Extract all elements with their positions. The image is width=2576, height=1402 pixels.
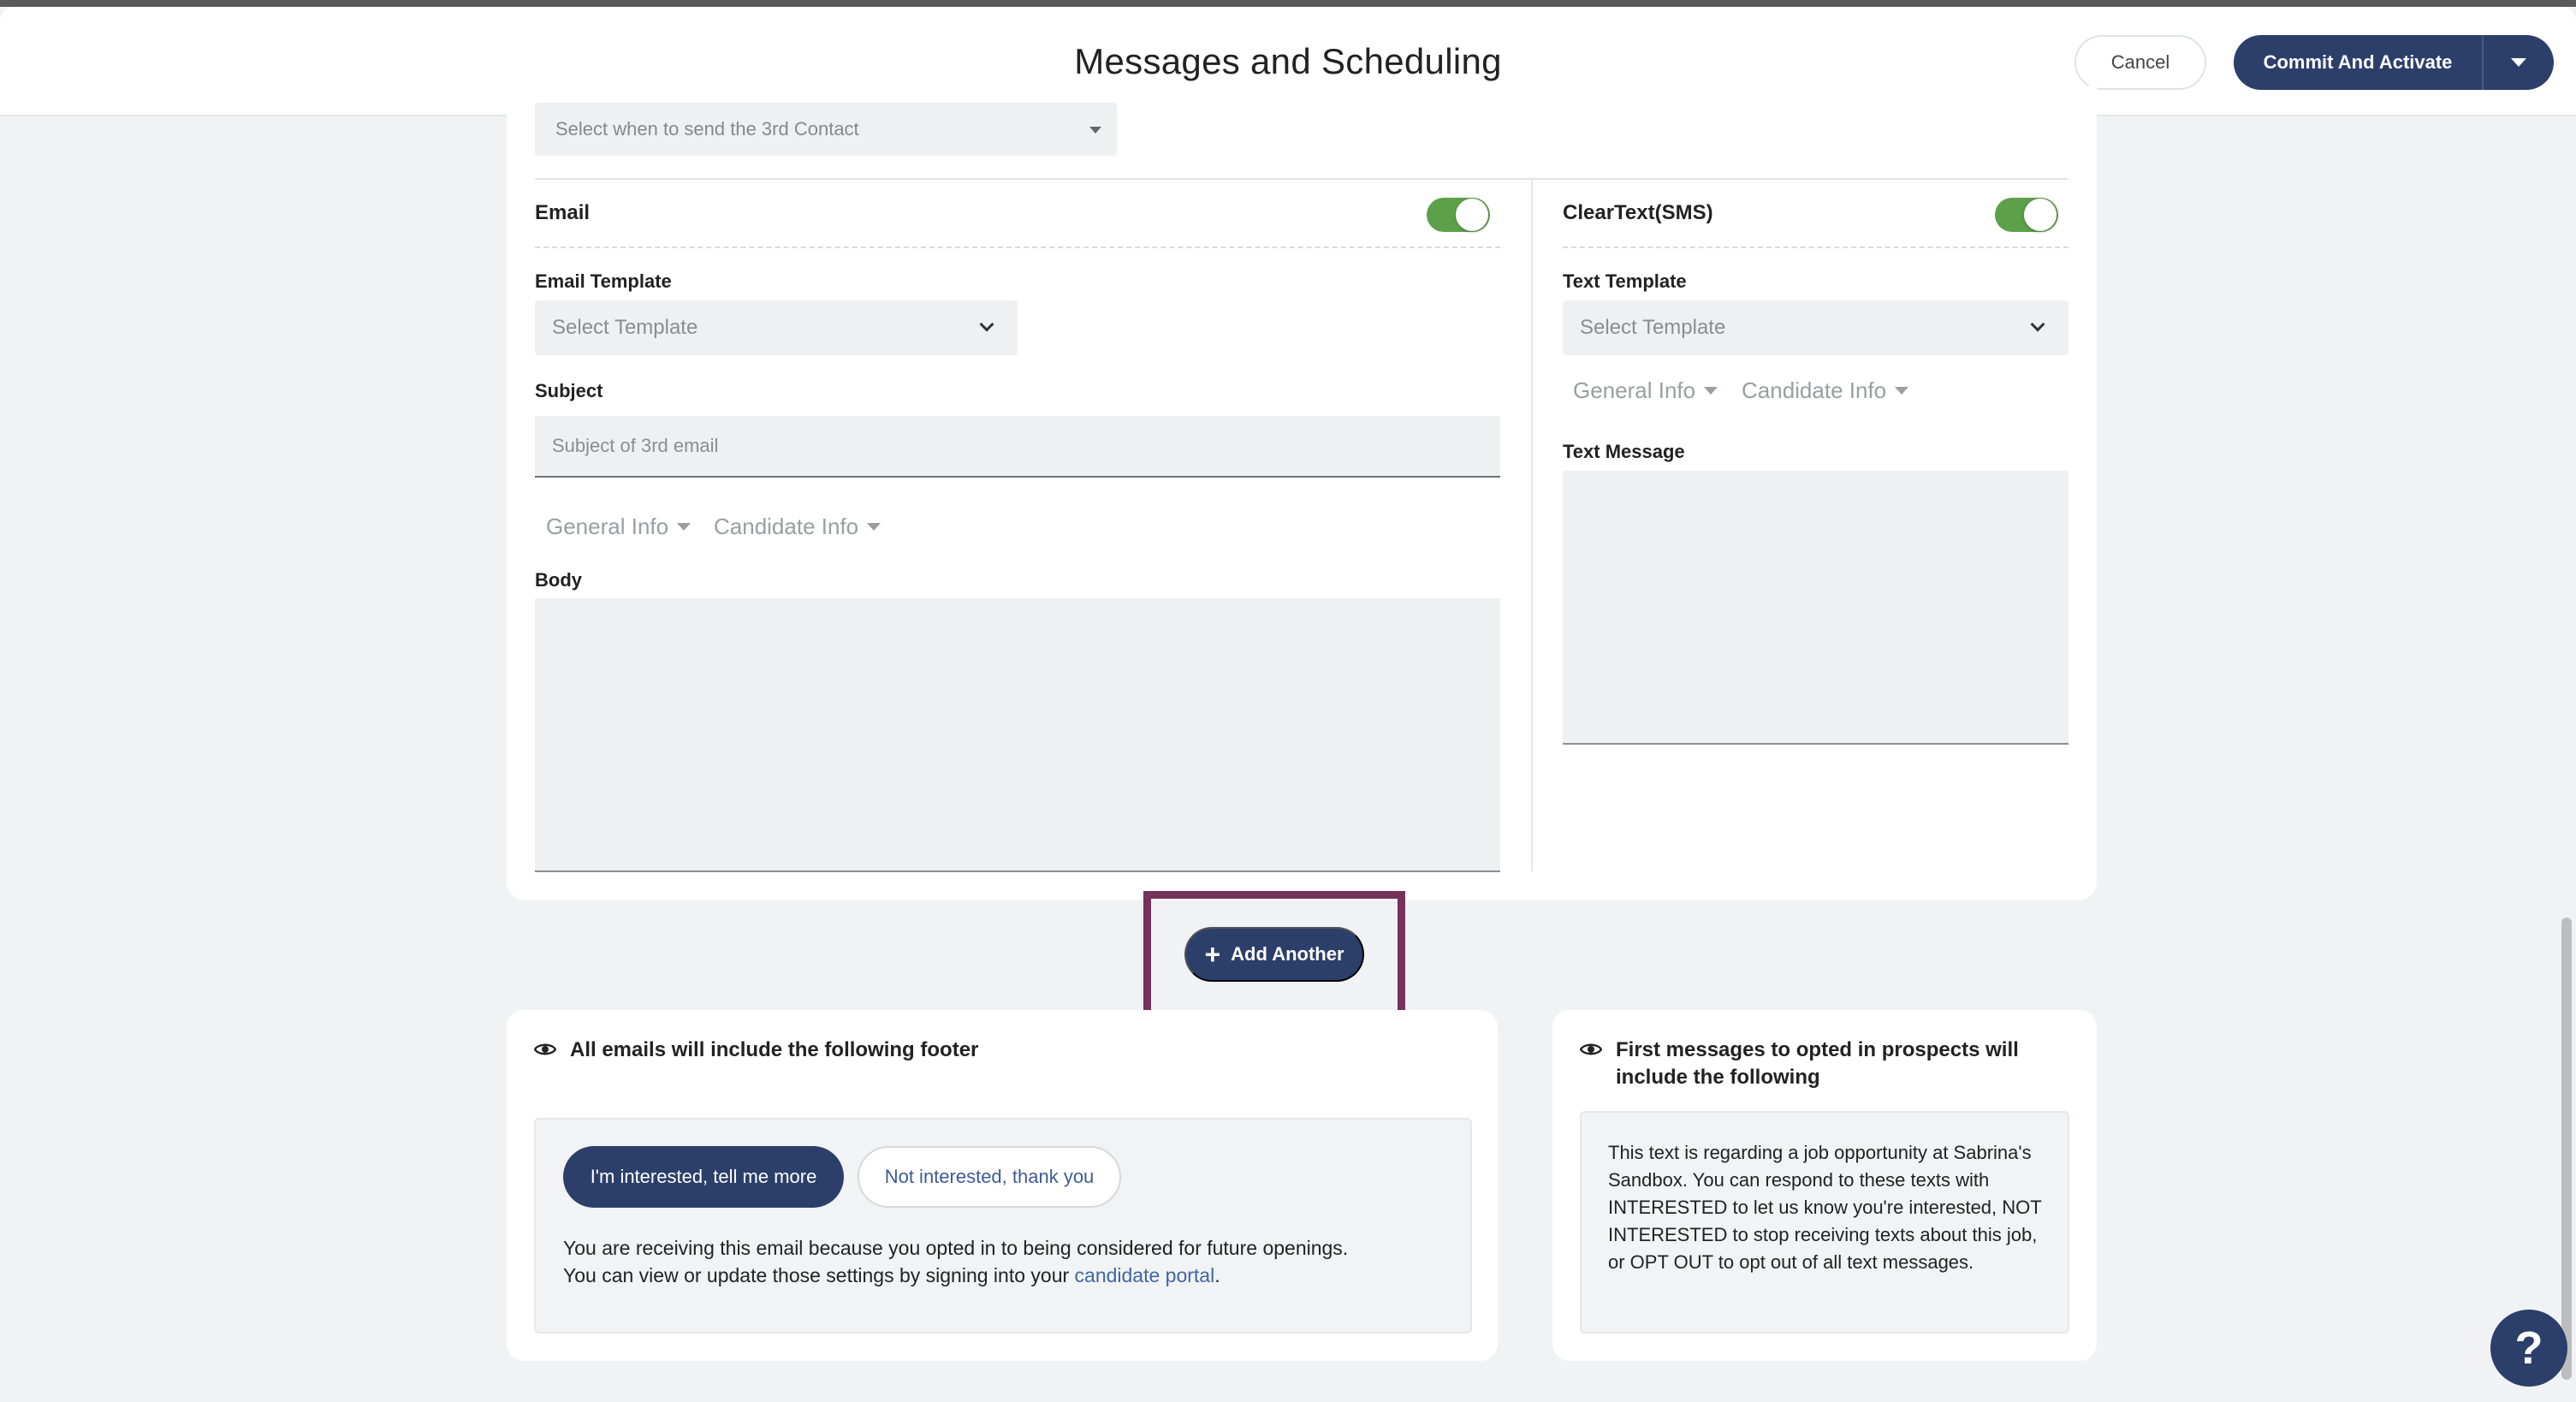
email-body-textarea[interactable] [535, 598, 1500, 872]
eye-icon [534, 1043, 556, 1055]
candidate-info-label: Candidate Info [714, 514, 859, 539]
text-template-placeholder: Select Template [1580, 316, 1726, 339]
caret-down-icon [867, 523, 881, 531]
text-message-label: Text Message [1563, 441, 1685, 462]
body-label: Body [535, 569, 582, 591]
email-template-label: Email Template [535, 270, 672, 292]
sms-section-header: ClearText(SMS) [1563, 180, 2069, 248]
subject-input[interactable]: Subject of 3rd email [535, 416, 1500, 478]
sms-footer-title-line-2: include the following [1616, 1066, 1820, 1089]
commit-and-activate-button-group: Commit And Activate [2234, 35, 2554, 90]
caret-down-icon [1089, 127, 1101, 134]
subject-placeholder: Subject of 3rd email [552, 435, 719, 456]
help-button[interactable]: ? [2490, 1310, 2567, 1387]
email-section-label: Email [535, 201, 591, 224]
candidate-portal-link[interactable]: candidate portal [1075, 1264, 1215, 1286]
email-template-placeholder: Select Template [552, 316, 698, 339]
email-candidate-info-dropdown[interactable]: Candidate Info [714, 514, 881, 540]
toggle-knob [1456, 199, 1488, 231]
plus-icon: + [1204, 939, 1221, 970]
general-info-label: General Info [1573, 377, 1696, 403]
scrollbar-thumb[interactable] [2561, 918, 2572, 1380]
footer-line-2-suffix: . [1214, 1264, 1220, 1286]
interested-button[interactable]: I'm interested, tell me more [563, 1146, 844, 1208]
caret-down-icon [2511, 58, 2526, 67]
toggle-knob [2024, 199, 2057, 231]
cancel-button[interactable]: Cancel [2074, 35, 2206, 90]
sms-candidate-info-dropdown[interactable]: Candidate Info [1742, 377, 1909, 404]
footer-line-2: You can view or update those settings by… [563, 1262, 1470, 1289]
add-another-button[interactable]: + Add Another [1184, 927, 1364, 982]
email-general-info-dropdown[interactable]: General Info [546, 514, 691, 540]
email-section-header: Email [535, 180, 1500, 248]
caret-down-icon [677, 523, 691, 531]
eye-icon [1580, 1043, 1602, 1055]
send-when-select[interactable]: Select when to send the 3rd Contact [535, 103, 1117, 156]
email-footer-title: All emails will include the following fo… [570, 1038, 979, 1061]
sms-footer-title: First messages to opted in prospects wil… [1616, 1037, 2019, 1091]
sms-section-label: ClearText(SMS) [1563, 201, 1713, 224]
text-template-select[interactable]: Select Template [1563, 300, 2069, 355]
text-template-label: Text Template [1563, 270, 1687, 292]
general-info-label: General Info [546, 514, 669, 539]
email-footer-text: You are receiving this email because you… [563, 1234, 1470, 1289]
caret-down-icon [1895, 387, 1909, 395]
candidate-info-label: Candidate Info [1742, 377, 1887, 403]
add-another-label: Add Another [1231, 943, 1344, 965]
send-when-placeholder: Select when to send the 3rd Contact [555, 118, 859, 140]
email-template-select[interactable]: Select Template [535, 300, 1018, 355]
footer-line-2-prefix: You can view or update those settings by… [563, 1264, 1070, 1286]
not-interested-button[interactable]: Not interested, thank you [858, 1146, 1121, 1208]
column-divider [1531, 180, 1533, 871]
caret-down-icon [1704, 387, 1718, 395]
subject-label: Subject [535, 380, 603, 401]
commit-options-dropdown[interactable] [2484, 35, 2554, 90]
window-top-strip [0, 0, 2576, 7]
sms-general-info-dropdown[interactable]: General Info [1573, 377, 1718, 404]
chevron-down-icon [2030, 317, 2045, 332]
email-toggle[interactable] [1427, 198, 1490, 232]
text-message-textarea[interactable] [1563, 471, 2069, 745]
sms-footer-text: This text is regarding a job opportunity… [1608, 1142, 2042, 1273]
commit-and-activate-button[interactable]: Commit And Activate [2234, 35, 2484, 90]
sms-footer-title-line-1: First messages to opted in prospects wil… [1616, 1038, 2019, 1061]
chevron-down-icon [979, 317, 994, 332]
footer-line-1: You are receiving this email because you… [563, 1237, 1349, 1259]
sms-toggle[interactable] [1995, 198, 2058, 232]
